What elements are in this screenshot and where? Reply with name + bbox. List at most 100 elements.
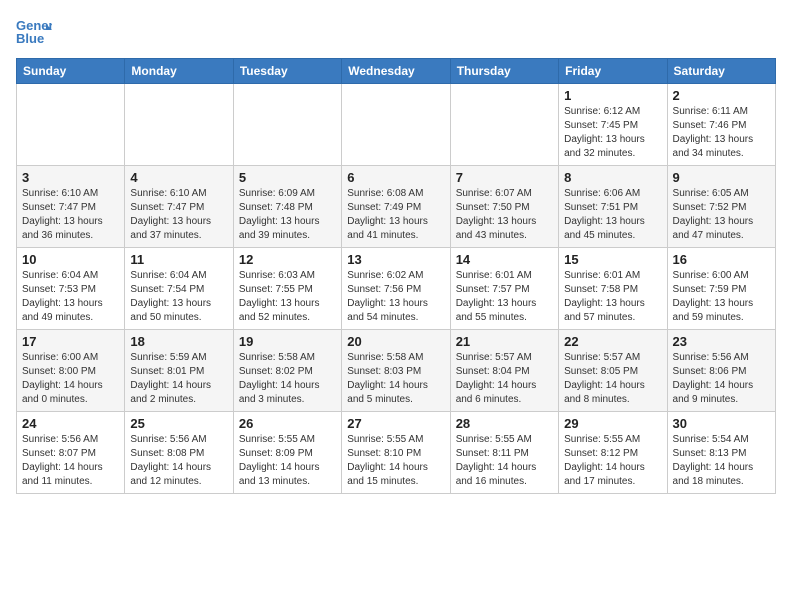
day-info: Sunrise: 6:11 AM Sunset: 7:46 PM Dayligh…	[673, 105, 770, 161]
day-number: 4	[130, 170, 227, 185]
day-info: Sunrise: 5:56 AM Sunset: 8:06 PM Dayligh…	[673, 351, 770, 407]
day-number: 9	[673, 170, 770, 185]
calendar-cell: 28 Sunrise: 5:55 AM Sunset: 8:11 PM Dayli…	[450, 412, 558, 494]
calendar-week-row: 24 Sunrise: 5:56 AM Sunset: 8:07 PM Dayli…	[17, 412, 776, 494]
day-number: 5	[239, 170, 336, 185]
day-info: Sunrise: 5:55 AM Sunset: 8:11 PM Dayligh…	[456, 433, 553, 489]
day-number: 3	[22, 170, 119, 185]
calendar-cell: 17 Sunrise: 6:00 AM Sunset: 8:00 PM Dayli…	[17, 330, 125, 412]
day-number: 19	[239, 334, 336, 349]
day-info: Sunrise: 6:04 AM Sunset: 7:53 PM Dayligh…	[22, 269, 119, 325]
day-number: 29	[564, 416, 661, 431]
calendar-cell: 27 Sunrise: 5:55 AM Sunset: 8:10 PM Dayli…	[342, 412, 450, 494]
calendar-cell: 6 Sunrise: 6:08 AM Sunset: 7:49 PM Daylig…	[342, 166, 450, 248]
logo: General Blue	[16, 16, 52, 46]
calendar-week-row: 10 Sunrise: 6:04 AM Sunset: 7:53 PM Dayli…	[17, 248, 776, 330]
day-number: 20	[347, 334, 444, 349]
page-header: General Blue	[16, 16, 776, 46]
calendar-week-row: 3 Sunrise: 6:10 AM Sunset: 7:47 PM Daylig…	[17, 166, 776, 248]
calendar-header-row: SundayMondayTuesdayWednesdayThursdayFrid…	[17, 59, 776, 84]
svg-text:Blue: Blue	[16, 31, 44, 46]
day-number: 1	[564, 88, 661, 103]
day-number: 16	[673, 252, 770, 267]
day-info: Sunrise: 6:01 AM Sunset: 7:58 PM Dayligh…	[564, 269, 661, 325]
calendar-cell: 18 Sunrise: 5:59 AM Sunset: 8:01 PM Dayli…	[125, 330, 233, 412]
calendar-cell: 2 Sunrise: 6:11 AM Sunset: 7:46 PM Daylig…	[667, 84, 775, 166]
logo-icon: General Blue	[16, 16, 52, 46]
calendar-cell: 22Sunrise: 5:57 AM Sunset: 8:05 PM Dayli…	[559, 330, 667, 412]
day-number: 26	[239, 416, 336, 431]
day-info: Sunrise: 6:03 AM Sunset: 7:55 PM Dayligh…	[239, 269, 336, 325]
day-number: 13	[347, 252, 444, 267]
calendar-cell: 11 Sunrise: 6:04 AM Sunset: 7:54 PM Dayli…	[125, 248, 233, 330]
day-number: 25	[130, 416, 227, 431]
weekday-header: Friday	[559, 59, 667, 84]
calendar-cell: 9 Sunrise: 6:05 AM Sunset: 7:52 PM Daylig…	[667, 166, 775, 248]
calendar-cell: 24 Sunrise: 5:56 AM Sunset: 8:07 PM Dayli…	[17, 412, 125, 494]
calendar-cell	[342, 84, 450, 166]
calendar-cell: 4 Sunrise: 6:10 AM Sunset: 7:47 PM Daylig…	[125, 166, 233, 248]
day-number: 18	[130, 334, 227, 349]
day-info: Sunrise: 6:00 AM Sunset: 8:00 PM Dayligh…	[22, 351, 119, 407]
day-number: 23	[673, 334, 770, 349]
calendar-cell: 25 Sunrise: 5:56 AM Sunset: 8:08 PM Dayli…	[125, 412, 233, 494]
day-number: 2	[673, 88, 770, 103]
day-number: 11	[130, 252, 227, 267]
day-number: 14	[456, 252, 553, 267]
day-number: 30	[673, 416, 770, 431]
calendar-cell: 15 Sunrise: 6:01 AM Sunset: 7:58 PM Dayli…	[559, 248, 667, 330]
day-number: 6	[347, 170, 444, 185]
calendar-cell: 29 Sunrise: 5:55 AM Sunset: 8:12 PM Dayli…	[559, 412, 667, 494]
day-info: Sunrise: 5:58 AM Sunset: 8:02 PM Dayligh…	[239, 351, 336, 407]
day-number: 17	[22, 334, 119, 349]
day-info: Sunrise: 6:10 AM Sunset: 7:47 PM Dayligh…	[130, 187, 227, 243]
day-number: 21	[456, 334, 553, 349]
weekday-header: Sunday	[17, 59, 125, 84]
day-info: Sunrise: 5:58 AM Sunset: 8:03 PM Dayligh…	[347, 351, 444, 407]
day-number: 7	[456, 170, 553, 185]
day-info: Sunrise: 6:12 AM Sunset: 7:45 PM Dayligh…	[564, 105, 661, 161]
day-info: Sunrise: 5:59 AM Sunset: 8:01 PM Dayligh…	[130, 351, 227, 407]
calendar-cell: 12 Sunrise: 6:03 AM Sunset: 7:55 PM Dayli…	[233, 248, 341, 330]
day-info: Sunrise: 6:01 AM Sunset: 7:57 PM Dayligh…	[456, 269, 553, 325]
calendar-cell	[125, 84, 233, 166]
day-number: 10	[22, 252, 119, 267]
day-info: Sunrise: 6:05 AM Sunset: 7:52 PM Dayligh…	[673, 187, 770, 243]
calendar-cell: 13Sunrise: 6:02 AM Sunset: 7:56 PM Dayli…	[342, 248, 450, 330]
day-number: 27	[347, 416, 444, 431]
day-info: Sunrise: 6:08 AM Sunset: 7:49 PM Dayligh…	[347, 187, 444, 243]
calendar-cell: 7 Sunrise: 6:07 AM Sunset: 7:50 PM Daylig…	[450, 166, 558, 248]
day-number: 12	[239, 252, 336, 267]
day-info: Sunrise: 6:10 AM Sunset: 7:47 PM Dayligh…	[22, 187, 119, 243]
calendar-cell	[233, 84, 341, 166]
calendar-cell	[450, 84, 558, 166]
day-number: 28	[456, 416, 553, 431]
weekday-header: Tuesday	[233, 59, 341, 84]
day-info: Sunrise: 5:57 AM Sunset: 8:04 PM Dayligh…	[456, 351, 553, 407]
calendar-cell: 14 Sunrise: 6:01 AM Sunset: 7:57 PM Dayli…	[450, 248, 558, 330]
day-number: 8	[564, 170, 661, 185]
day-info: Sunrise: 6:04 AM Sunset: 7:54 PM Dayligh…	[130, 269, 227, 325]
weekday-header: Saturday	[667, 59, 775, 84]
calendar-cell: 30Sunrise: 5:54 AM Sunset: 8:13 PM Dayli…	[667, 412, 775, 494]
calendar-cell: 26Sunrise: 5:55 AM Sunset: 8:09 PM Dayli…	[233, 412, 341, 494]
calendar-week-row: 17 Sunrise: 6:00 AM Sunset: 8:00 PM Dayli…	[17, 330, 776, 412]
day-info: Sunrise: 6:07 AM Sunset: 7:50 PM Dayligh…	[456, 187, 553, 243]
calendar-cell: 19 Sunrise: 5:58 AM Sunset: 8:02 PM Dayli…	[233, 330, 341, 412]
day-info: Sunrise: 6:09 AM Sunset: 7:48 PM Dayligh…	[239, 187, 336, 243]
day-info: Sunrise: 5:56 AM Sunset: 8:08 PM Dayligh…	[130, 433, 227, 489]
calendar-table: SundayMondayTuesdayWednesdayThursdayFrid…	[16, 58, 776, 494]
day-info: Sunrise: 6:00 AM Sunset: 7:59 PM Dayligh…	[673, 269, 770, 325]
day-number: 15	[564, 252, 661, 267]
calendar-cell: 21 Sunrise: 5:57 AM Sunset: 8:04 PM Dayli…	[450, 330, 558, 412]
calendar-cell	[17, 84, 125, 166]
day-info: Sunrise: 5:57 AM Sunset: 8:05 PM Dayligh…	[564, 351, 661, 407]
day-info: Sunrise: 6:06 AM Sunset: 7:51 PM Dayligh…	[564, 187, 661, 243]
day-number: 24	[22, 416, 119, 431]
day-info: Sunrise: 5:55 AM Sunset: 8:12 PM Dayligh…	[564, 433, 661, 489]
day-info: Sunrise: 5:56 AM Sunset: 8:07 PM Dayligh…	[22, 433, 119, 489]
weekday-header: Monday	[125, 59, 233, 84]
weekday-header: Wednesday	[342, 59, 450, 84]
calendar-cell: 1 Sunrise: 6:12 AM Sunset: 7:45 PM Daylig…	[559, 84, 667, 166]
day-info: Sunrise: 5:55 AM Sunset: 8:10 PM Dayligh…	[347, 433, 444, 489]
